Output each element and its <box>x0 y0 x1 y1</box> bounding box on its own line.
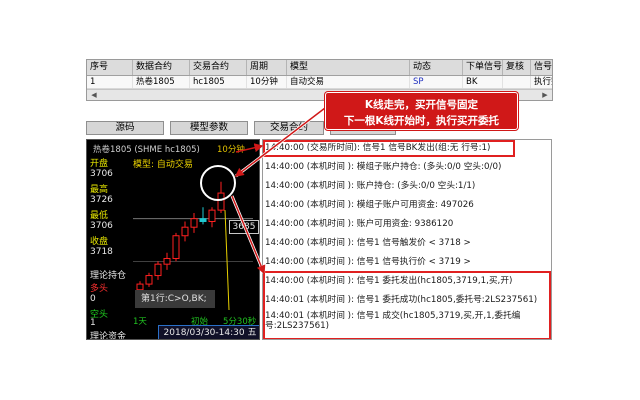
annotation-callout: K线走完，买开信号固定 下一根K线开始时，执行买开委托 <box>325 92 518 130</box>
callout-line-2: 下一根K线开始时，执行买开委托 <box>343 115 500 127</box>
arrow-to-log-red <box>231 195 266 275</box>
zoom-circle <box>200 165 236 201</box>
arrow-to-signal <box>235 143 264 153</box>
annotation-overlay <box>200 106 326 275</box>
arrow-to-chart-red <box>234 107 326 177</box>
callout-line-1: K线走完，买开信号固定 <box>364 99 479 111</box>
